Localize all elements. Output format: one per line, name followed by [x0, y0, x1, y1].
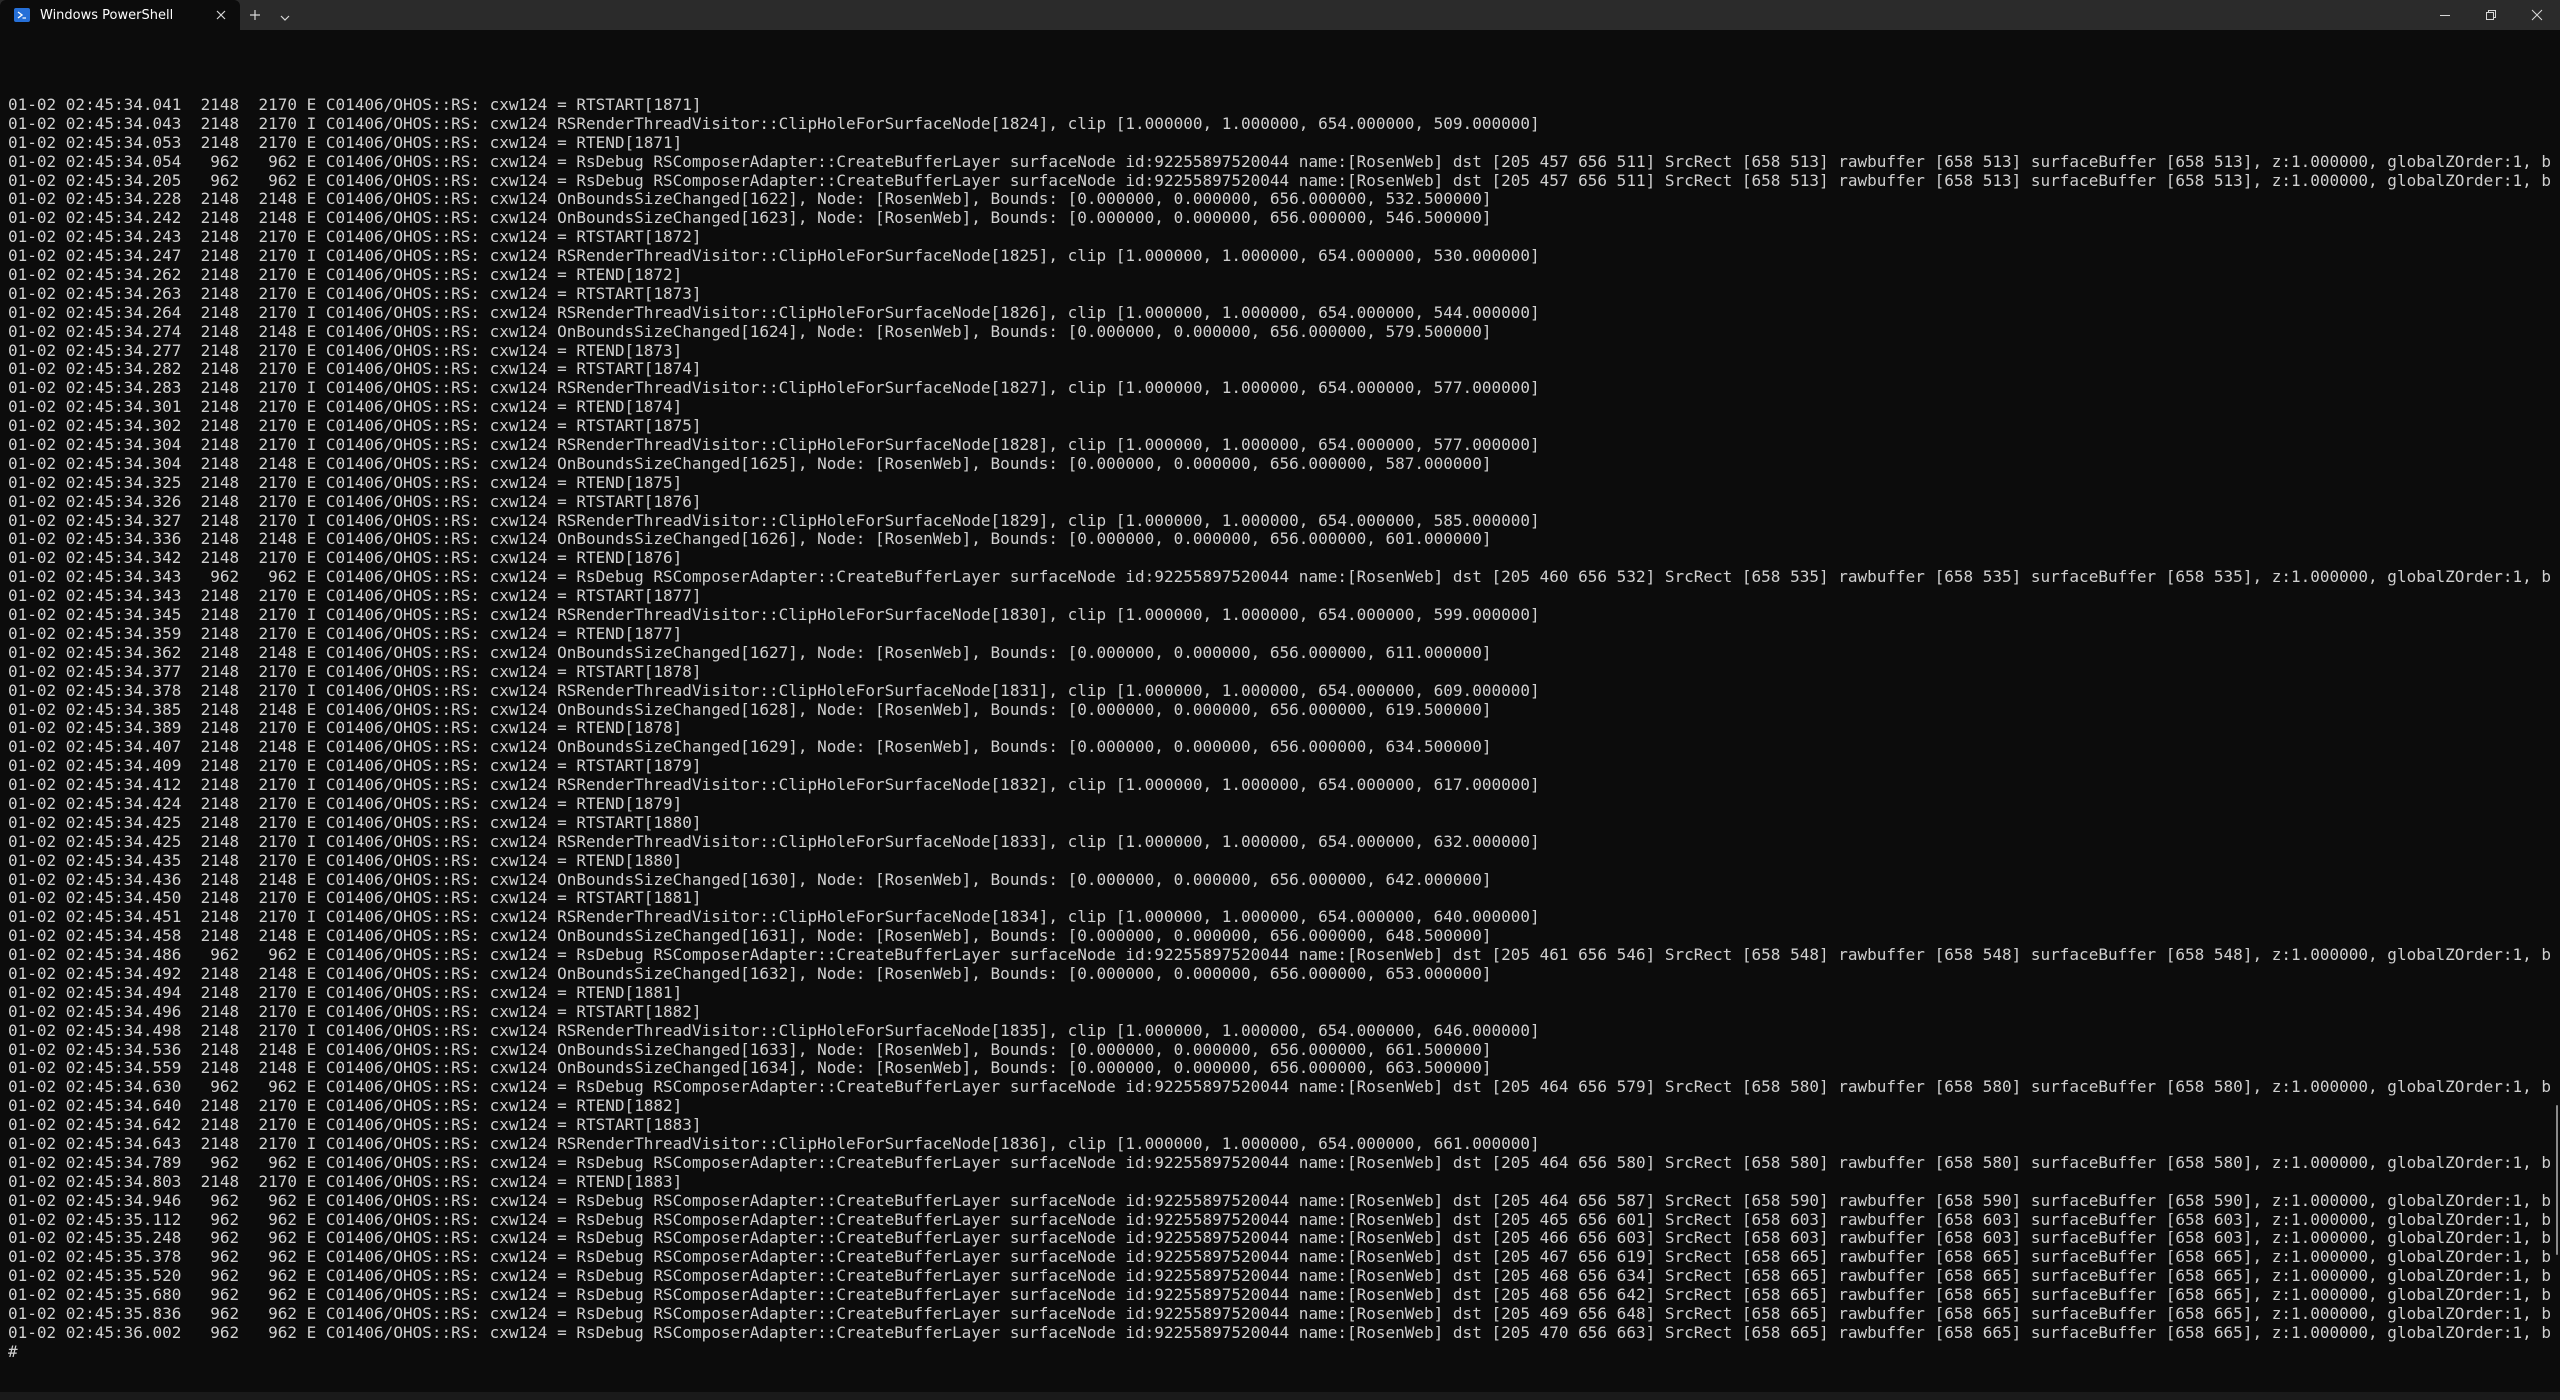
log-line: 01-02 02:45:34.043 2148 2170 I C01406/OH… — [8, 113, 1540, 133]
powershell-icon — [14, 8, 30, 22]
log-line: 01-02 02:45:34.450 2148 2170 E C01406/OH… — [8, 888, 702, 908]
log-line: 01-02 02:45:35.112 962 962 E C01406/OHOS… — [8, 1209, 2550, 1229]
log-line: 01-02 02:45:34.243 2148 2170 E C01406/OH… — [8, 227, 702, 247]
close-icon — [2531, 6, 2543, 25]
log-line: 01-02 02:45:34.304 2148 2148 E C01406/OH… — [8, 453, 1492, 473]
log-line: 01-02 02:45:34.498 2148 2170 I C01406/OH… — [8, 1020, 1540, 1040]
log-line: 01-02 02:45:35.378 962 962 E C01406/OHOS… — [8, 1247, 2550, 1267]
terminal-output[interactable]: 01-02 02:45:34.041 2148 2170 E C01406/OH… — [0, 30, 2550, 1392]
log-line: 01-02 02:45:34.412 2148 2170 I C01406/OH… — [8, 775, 1540, 795]
log-line: 01-02 02:45:34.643 2148 2170 I C01406/OH… — [8, 1133, 1540, 1153]
close-icon[interactable] — [210, 4, 232, 26]
title-bar-drag-area[interactable] — [300, 0, 2422, 30]
log-line: 01-02 02:45:34.435 2148 2170 E C01406/OH… — [8, 850, 683, 870]
log-line: 01-02 02:45:34.302 2148 2170 E C01406/OH… — [8, 416, 702, 436]
log-line: 01-02 02:45:35.836 962 962 E C01406/OHOS… — [8, 1304, 2550, 1323]
log-line: 01-02 02:45:34.041 2148 2170 E C01406/OH… — [8, 95, 702, 114]
log-line: 01-02 02:45:34.326 2148 2170 E C01406/OH… — [8, 491, 702, 511]
window-bottom-edge — [0, 1392, 2560, 1400]
log-line: 01-02 02:45:34.409 2148 2170 E C01406/OH… — [8, 756, 702, 776]
log-line: 01-02 02:45:34.458 2148 2148 E C01406/OH… — [8, 926, 1492, 946]
log-line: 01-02 02:45:34.451 2148 2170 I C01406/OH… — [8, 907, 1540, 927]
command-prompt: # — [8, 1341, 18, 1361]
log-line: 01-02 02:45:34.436 2148 2148 E C01406/OH… — [8, 869, 1492, 889]
log-line: 01-02 02:45:34.054 962 962 E C01406/OHOS… — [8, 151, 2550, 171]
new-tab-button[interactable] — [240, 0, 270, 30]
maximize-button[interactable] — [2468, 0, 2514, 30]
log-line: 01-02 02:45:34.536 2148 2148 E C01406/OH… — [8, 1039, 1492, 1059]
log-line: 01-02 02:45:34.630 962 962 E C01406/OHOS… — [8, 1077, 2550, 1097]
log-line: 01-02 02:45:34.425 2148 2170 I C01406/OH… — [8, 831, 1540, 851]
log-line: 01-02 02:45:34.282 2148 2170 E C01406/OH… — [8, 359, 702, 379]
log-line: 01-02 02:45:34.640 2148 2170 E C01406/OH… — [8, 1096, 683, 1116]
plus-icon — [249, 6, 261, 25]
restore-icon — [2485, 6, 2497, 25]
log-line: 01-02 02:45:34.492 2148 2148 E C01406/OH… — [8, 963, 1492, 983]
log-line: 01-02 02:45:34.494 2148 2170 E C01406/OH… — [8, 982, 683, 1002]
log-line: 01-02 02:45:35.520 962 962 E C01406/OHOS… — [8, 1266, 2550, 1286]
tab-dropdown-button[interactable] — [270, 0, 300, 30]
log-line: 01-02 02:45:34.425 2148 2170 E C01406/OH… — [8, 812, 702, 832]
log-line: 01-02 02:45:34.301 2148 2170 E C01406/OH… — [8, 397, 683, 417]
log-line: 01-02 02:45:34.325 2148 2170 E C01406/OH… — [8, 472, 683, 492]
log-line: 01-02 02:45:35.248 962 962 E C01406/OHOS… — [8, 1228, 2550, 1248]
log-line: 01-02 02:45:34.789 962 962 E C01406/OHOS… — [8, 1152, 2550, 1172]
log-line: 01-02 02:45:34.496 2148 2170 E C01406/OH… — [8, 1001, 702, 1021]
log-line: 01-02 02:45:34.946 962 962 E C01406/OHOS… — [8, 1190, 2550, 1210]
log-line: 01-02 02:45:34.277 2148 2170 E C01406/OH… — [8, 340, 683, 360]
tab-title: Windows PowerShell — [40, 7, 174, 23]
log-line: 01-02 02:45:34.228 2148 2148 E C01406/OH… — [8, 189, 1492, 209]
log-line: 01-02 02:45:34.247 2148 2170 I C01406/OH… — [8, 246, 1540, 266]
log-line: 01-02 02:45:34.053 2148 2170 E C01406/OH… — [8, 132, 683, 152]
log-line: 01-02 02:45:34.242 2148 2148 E C01406/OH… — [8, 208, 1492, 228]
log-line: 01-02 02:45:34.304 2148 2170 I C01406/OH… — [8, 435, 1540, 455]
title-bar: Windows PowerShell — [0, 0, 2560, 30]
log-line: 01-02 02:45:36.002 962 962 E C01406/OHOS… — [8, 1322, 2550, 1342]
powershell-window: Windows PowerShell 01-02 02:45:34.041 21… — [0, 0, 2560, 1400]
log-line: 01-02 02:45:34.378 2148 2170 I C01406/OH… — [8, 680, 1540, 700]
log-line: 01-02 02:45:34.343 2148 2170 E C01406/OH… — [8, 586, 702, 606]
tab-windows-powershell[interactable]: Windows PowerShell — [0, 0, 240, 30]
log-line: 01-02 02:45:34.362 2148 2148 E C01406/OH… — [8, 642, 1492, 662]
log-line: 01-02 02:45:35.680 962 962 E C01406/OHOS… — [8, 1285, 2550, 1305]
log-line: 01-02 02:45:34.389 2148 2170 E C01406/OH… — [8, 718, 683, 738]
log-line: 01-02 02:45:34.283 2148 2170 I C01406/OH… — [8, 378, 1540, 398]
log-line: 01-02 02:45:34.377 2148 2170 E C01406/OH… — [8, 661, 702, 681]
log-line: 01-02 02:45:34.486 962 962 E C01406/OHOS… — [8, 945, 2550, 965]
minimize-icon — [2439, 6, 2451, 25]
log-line: 01-02 02:45:34.407 2148 2148 E C01406/OH… — [8, 737, 1492, 757]
log-line: 01-02 02:45:34.343 962 962 E C01406/OHOS… — [8, 567, 2550, 587]
log-line: 01-02 02:45:34.274 2148 2148 E C01406/OH… — [8, 321, 1492, 341]
scrollbar-thumb[interactable] — [2556, 1105, 2558, 1255]
chevron-down-icon — [280, 6, 290, 25]
log-line: 01-02 02:45:34.336 2148 2148 E C01406/OH… — [8, 529, 1492, 549]
log-line: 01-02 02:45:34.803 2148 2170 E C01406/OH… — [8, 1171, 683, 1191]
log-line: 01-02 02:45:34.424 2148 2170 E C01406/OH… — [8, 793, 683, 813]
log-line: 01-02 02:45:34.342 2148 2170 E C01406/OH… — [8, 548, 683, 568]
close-window-button[interactable] — [2514, 0, 2560, 30]
log-line: 01-02 02:45:34.559 2148 2148 E C01406/OH… — [8, 1058, 1492, 1078]
log-line: 01-02 02:45:34.262 2148 2170 E C01406/OH… — [8, 265, 683, 285]
log-line: 01-02 02:45:34.205 962 962 E C01406/OHOS… — [8, 170, 2550, 190]
log-line: 01-02 02:45:34.642 2148 2170 E C01406/OH… — [8, 1115, 702, 1135]
log-line: 01-02 02:45:34.359 2148 2170 E C01406/OH… — [8, 623, 683, 643]
log-line: 01-02 02:45:34.264 2148 2170 I C01406/OH… — [8, 302, 1540, 322]
log-line: 01-02 02:45:34.327 2148 2170 I C01406/OH… — [8, 510, 1540, 530]
log-line: 01-02 02:45:34.263 2148 2170 E C01406/OH… — [8, 283, 702, 303]
log-line: 01-02 02:45:34.385 2148 2148 E C01406/OH… — [8, 699, 1492, 719]
minimize-button[interactable] — [2422, 0, 2468, 30]
log-line: 01-02 02:45:34.345 2148 2170 I C01406/OH… — [8, 605, 1540, 625]
